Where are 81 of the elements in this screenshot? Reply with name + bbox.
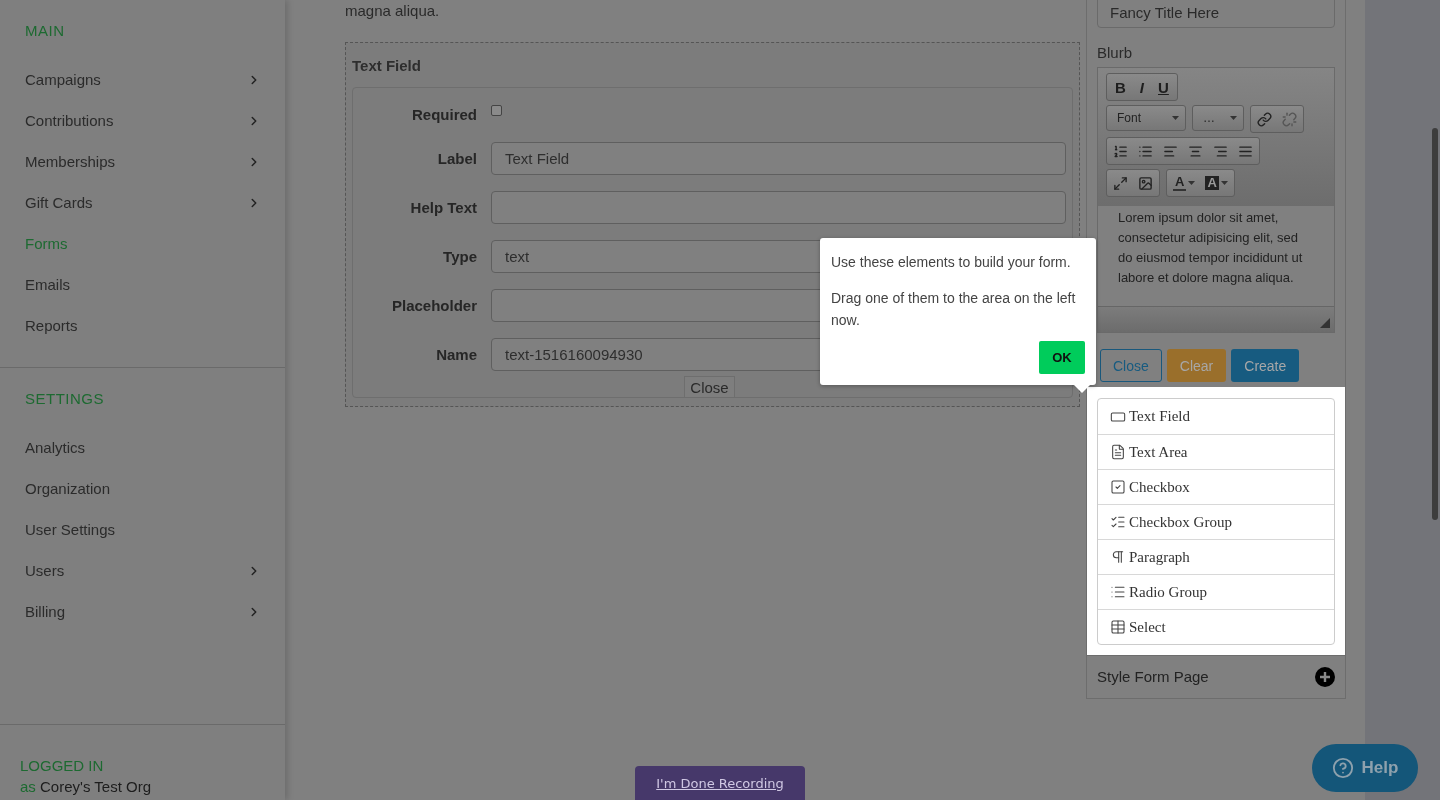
numbered-list-icon[interactable] bbox=[1113, 143, 1128, 159]
field-label: Type bbox=[442, 248, 477, 265]
nav-item[interactable]: Users bbox=[25, 550, 261, 591]
field-label: Help Text bbox=[409, 199, 477, 216]
align-right-icon[interactable] bbox=[1213, 143, 1228, 159]
input-field[interactable] bbox=[491, 191, 1066, 224]
intro-text: magna aliqua. bbox=[345, 1, 441, 21]
element-label: Radio Group bbox=[1129, 583, 1207, 601]
nav-item[interactable]: Campaigns bbox=[25, 59, 261, 100]
element-label: Text Area bbox=[1129, 443, 1188, 461]
nav-item[interactable]: Billing bbox=[25, 591, 261, 632]
font-dropdown[interactable]: Font bbox=[1106, 105, 1186, 131]
field-label: Label bbox=[436, 150, 477, 167]
nav-item[interactable]: Analytics bbox=[25, 427, 261, 468]
field-label: Placeholder bbox=[390, 297, 477, 314]
format-button[interactable]: B bbox=[1113, 78, 1128, 96]
nav-item[interactable]: Emails bbox=[25, 264, 261, 305]
organization-name: as Corey's Test Org bbox=[20, 777, 152, 797]
action-button[interactable]: Create bbox=[1231, 349, 1300, 382]
nav-item[interactable]: User Settings bbox=[25, 509, 261, 550]
plus-icon[interactable] bbox=[1315, 666, 1335, 687]
nav-item[interactable]: Organization bbox=[25, 468, 261, 509]
nav-item[interactable]: Memberships bbox=[25, 141, 261, 182]
align-left-icon[interactable] bbox=[1163, 143, 1178, 159]
scrollbar-thumb[interactable] bbox=[1432, 128, 1438, 520]
form-element-item[interactable]: Checkbox Group bbox=[1098, 504, 1334, 539]
resize-handle-icon[interactable] bbox=[1320, 318, 1330, 328]
document-icon bbox=[1110, 444, 1126, 460]
done-recording-button[interactable]: I'm Done Recording bbox=[635, 766, 805, 800]
nav-item[interactable]: Contributions bbox=[25, 100, 261, 141]
action-button[interactable]: Close bbox=[1100, 349, 1162, 382]
close-button[interactable]: Close bbox=[684, 376, 735, 397]
format-button[interactable]: U bbox=[1156, 78, 1171, 96]
style-page-row[interactable]: Style Form Page bbox=[1087, 655, 1345, 697]
align-justify-icon[interactable] bbox=[1238, 143, 1253, 159]
image-icon[interactable] bbox=[1138, 175, 1153, 191]
field-label: Required bbox=[411, 105, 477, 123]
caret-icon bbox=[1172, 116, 1179, 120]
link-icon[interactable] bbox=[1257, 111, 1272, 127]
blurb-label: Blurb bbox=[1097, 44, 1134, 61]
ok-button[interactable]: OK bbox=[1039, 341, 1085, 374]
form-element-item[interactable]: Radio Group bbox=[1098, 574, 1334, 609]
nav-item[interactable]: Gift Cards bbox=[25, 182, 261, 223]
style-page-label: Style Form Page bbox=[1097, 668, 1209, 685]
element-label: Text Field bbox=[1129, 408, 1191, 425]
section-heading: SETTINGS bbox=[25, 388, 105, 409]
form-element-item[interactable]: Text Field bbox=[1098, 399, 1334, 434]
caret-icon bbox=[1230, 116, 1237, 120]
size-dropdown[interactable]: … bbox=[1192, 105, 1244, 131]
bullet-list-icon[interactable] bbox=[1138, 143, 1153, 159]
required-checkbox[interactable] bbox=[491, 104, 502, 116]
field-label: Name bbox=[435, 346, 477, 363]
paragraph-icon bbox=[1110, 549, 1126, 565]
checklist-icon bbox=[1110, 514, 1126, 530]
help-button[interactable]: Help bbox=[1312, 744, 1418, 792]
popover-text: Drag one of them to the area on the left now. bbox=[831, 289, 1077, 330]
field-title: Text Field bbox=[352, 55, 422, 76]
checkbox-icon bbox=[1110, 479, 1126, 495]
section-heading: MAIN bbox=[25, 20, 66, 41]
input-field[interactable]: Text Field bbox=[491, 142, 1066, 175]
form-element-item[interactable]: Select bbox=[1098, 609, 1334, 644]
nav-item[interactable]: Reports bbox=[25, 305, 261, 346]
element-label: Select bbox=[1129, 618, 1166, 636]
element-label: Checkbox bbox=[1129, 478, 1190, 496]
table-icon bbox=[1110, 619, 1126, 635]
caret-icon bbox=[1220, 181, 1228, 185]
form-element-item[interactable]: Paragraph bbox=[1098, 539, 1334, 574]
expand-icon[interactable] bbox=[1113, 175, 1128, 191]
action-button[interactable]: Clear bbox=[1166, 349, 1227, 382]
form-element-item[interactable]: Checkbox bbox=[1098, 469, 1334, 504]
caret-icon bbox=[1188, 181, 1196, 185]
text-color-button[interactable]: A bbox=[1173, 175, 1196, 191]
login-status: LOGGED IN bbox=[20, 756, 105, 776]
element-label: Checkbox Group bbox=[1129, 513, 1232, 531]
title-field[interactable]: Fancy Title Here bbox=[1097, 0, 1335, 28]
list-icon bbox=[1110, 584, 1126, 600]
help-icon bbox=[1331, 757, 1354, 779]
element-label: Paragraph bbox=[1129, 548, 1190, 566]
align-center-icon[interactable] bbox=[1188, 143, 1203, 159]
format-button[interactable]: I bbox=[1137, 78, 1146, 96]
form-element-item[interactable]: Text Area bbox=[1098, 434, 1334, 469]
